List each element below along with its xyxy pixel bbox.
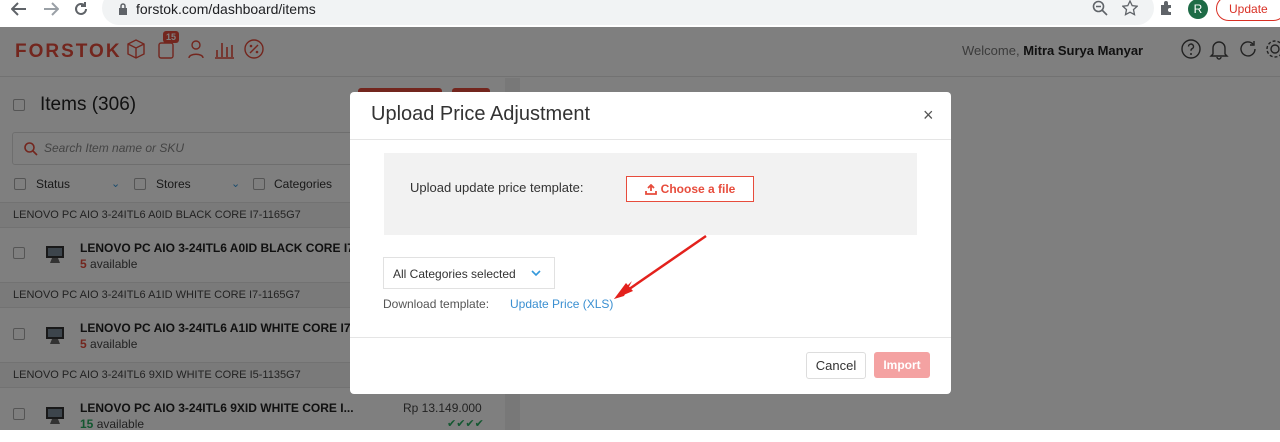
upload-section: Upload update price template: Choose a f… <box>384 153 917 235</box>
upload-label: Upload update price template: <box>410 180 584 195</box>
category-select[interactable]: All Categories selected <box>383 257 555 289</box>
import-button[interactable]: Import <box>874 352 930 378</box>
choose-file-button[interactable]: Choose a file <box>626 176 754 202</box>
upload-icon <box>644 183 657 195</box>
cancel-button[interactable]: Cancel <box>806 352 866 379</box>
category-select-value: All Categories selected <box>393 267 516 281</box>
zoom-icon[interactable] <box>1092 0 1108 20</box>
upload-price-modal: Upload Price Adjustment × Upload update … <box>350 92 951 394</box>
modal-title: Upload Price Adjustment <box>371 103 591 125</box>
close-icon[interactable]: × <box>923 105 934 126</box>
forward-arrow-icon[interactable] <box>40 0 62 18</box>
browser-update-button[interactable]: Update <box>1216 0 1280 21</box>
back-arrow-icon[interactable] <box>8 0 30 18</box>
update-price-xls-link[interactable]: Update Price (XLS) <box>510 297 613 311</box>
profile-avatar[interactable]: R <box>1188 0 1208 19</box>
browser-toolbar: forstok.com/dashboard/items R Update <box>0 0 1280 27</box>
reload-icon[interactable] <box>70 0 92 18</box>
chevron-down-icon <box>531 269 541 280</box>
extension-icon[interactable] <box>1159 0 1175 20</box>
star-icon[interactable] <box>1121 0 1139 20</box>
url-text: forstok.com/dashboard/items <box>136 1 316 17</box>
modal-divider <box>350 139 951 140</box>
lock-icon <box>118 2 128 15</box>
download-template-label: Download template: <box>383 297 490 311</box>
choose-file-label: Choose a file <box>660 182 736 196</box>
modal-divider <box>350 337 951 338</box>
